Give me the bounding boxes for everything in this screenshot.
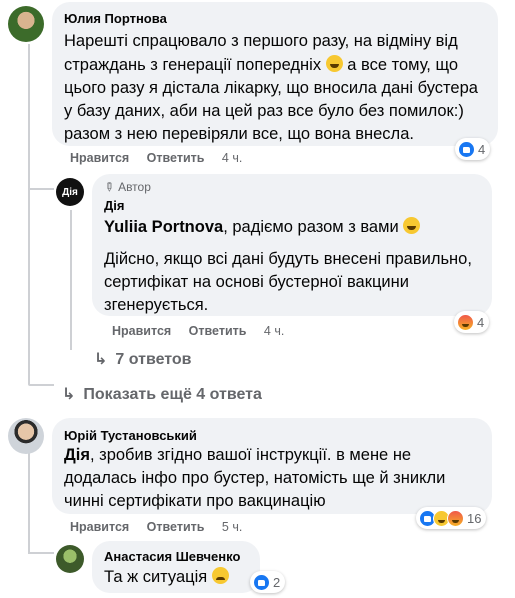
show-more-label: Показать ещё 4 ответа: [83, 386, 262, 403]
avatar[interactable]: [8, 6, 44, 42]
reaction-count: 4: [477, 314, 485, 330]
comment-text-fragment: страждань з генерації попередніх: [64, 56, 322, 74]
comment-author[interactable]: Юрій Тустановський: [64, 428, 197, 443]
comment-text-line: Дійсно, якщо всі дані будуть внесені пра…: [104, 250, 472, 268]
view-replies-link[interactable]: ↳ 7 ответов: [94, 349, 192, 369]
thread-line: [70, 210, 72, 350]
like-button[interactable]: Нравится: [70, 520, 129, 534]
comment-author[interactable]: Дія: [104, 198, 124, 213]
timestamp[interactable]: 5 ч.: [222, 520, 242, 534]
thread-line: [28, 384, 54, 386]
author-badge-label: Автор: [118, 180, 151, 194]
mention-link[interactable]: Yuliia Portnova: [104, 218, 223, 236]
avatar[interactable]: [56, 545, 84, 573]
angry-reaction-icon: [447, 509, 464, 527]
comment-author[interactable]: Юлия Портнова: [64, 11, 167, 26]
comment-text-fragment: , зробив згідно вашої інструкції. в мене…: [89, 446, 412, 464]
comment-text-line: у базу даних, аби на цей раз все було бе…: [64, 102, 464, 120]
angry-reaction-icon: [457, 313, 474, 331]
thread-line: [28, 44, 30, 384]
comment-text-line: згенерується.: [104, 296, 209, 314]
smile-emoji-icon: [403, 217, 421, 234]
thread-line: [28, 188, 54, 190]
like-button[interactable]: Нравится: [112, 324, 171, 338]
comment-actions: Нравится Ответить 4 ч.: [70, 151, 256, 165]
comment-text-line: разом з нею перевіряли все, що вона внес…: [64, 125, 414, 143]
comment-text-line: додалась інфо про бустер, натомість ще й…: [64, 469, 446, 487]
reply-button[interactable]: Ответить: [147, 151, 205, 165]
reaction-count: 4: [478, 141, 486, 157]
comment-text-line: Дія, зробив згідно вашої інструкції. в м…: [64, 444, 411, 467]
reply-arrow-icon: ↳: [94, 351, 108, 368]
view-replies-label: 7 ответов: [115, 351, 192, 368]
avatar[interactable]: [8, 418, 44, 454]
reply-arrow-icon: ↳: [62, 386, 76, 403]
reaction-summary[interactable]: 4: [455, 138, 491, 160]
comment-author[interactable]: Анастасия Шевченко: [104, 549, 240, 564]
comment-text-line: цього разу я дістала лікарку, що вносила…: [64, 79, 478, 97]
smile-emoji-icon: [325, 55, 343, 72]
like-reaction-icon: [458, 140, 475, 158]
reaction-summary[interactable]: 16: [416, 507, 487, 529]
reaction-summary[interactable]: 2: [250, 571, 286, 593]
sad-emoji-icon: [211, 567, 229, 584]
comment-text-line: Та ж ситуація: [104, 566, 229, 589]
comment-text-line: Нарешті спрацювало з першого разу, на ві…: [64, 32, 458, 50]
comment-text-line: страждань з генерації попередніх а все т…: [64, 54, 458, 77]
comment-text-fragment: , радіємо разом з вами: [223, 218, 399, 236]
comment-actions: Нравится Ответить 4 ч.: [112, 324, 298, 338]
comment-text-line: сертифікат на основі бустерної вакцини: [104, 273, 409, 291]
pencil-icon: ✎: [100, 178, 118, 196]
comment-actions: Нравится Ответить 5 ч.: [70, 520, 256, 534]
author-badge: ✎Автор: [100, 178, 151, 196]
like-button[interactable]: Нравится: [70, 151, 129, 165]
timestamp[interactable]: 4 ч.: [222, 151, 242, 165]
reaction-count: 16: [467, 510, 482, 526]
like-reaction-icon: [253, 573, 270, 591]
comment-text-line: чинні сертифікати про вакцинацію: [64, 492, 326, 510]
reply-button[interactable]: Ответить: [189, 324, 247, 338]
thread-line: [28, 552, 54, 554]
reaction-count: 2: [273, 574, 281, 590]
reaction-summary[interactable]: 4: [454, 311, 490, 333]
comment-text-fragment: Та ж ситуація: [104, 568, 208, 586]
reply-button[interactable]: Ответить: [147, 520, 205, 534]
comment-text-line: Yuliia Portnova, радіємо разом з вами: [104, 216, 421, 239]
mention-link[interactable]: Дія: [64, 446, 90, 464]
dia-logo-avatar[interactable]: Дія: [56, 178, 84, 206]
thread-line: [28, 452, 30, 554]
show-more-replies-link[interactable]: ↳ Показать ещё 4 ответа: [62, 384, 262, 404]
timestamp[interactable]: 4 ч.: [264, 324, 284, 338]
comment-text-fragment: а все тому, що: [347, 56, 459, 74]
